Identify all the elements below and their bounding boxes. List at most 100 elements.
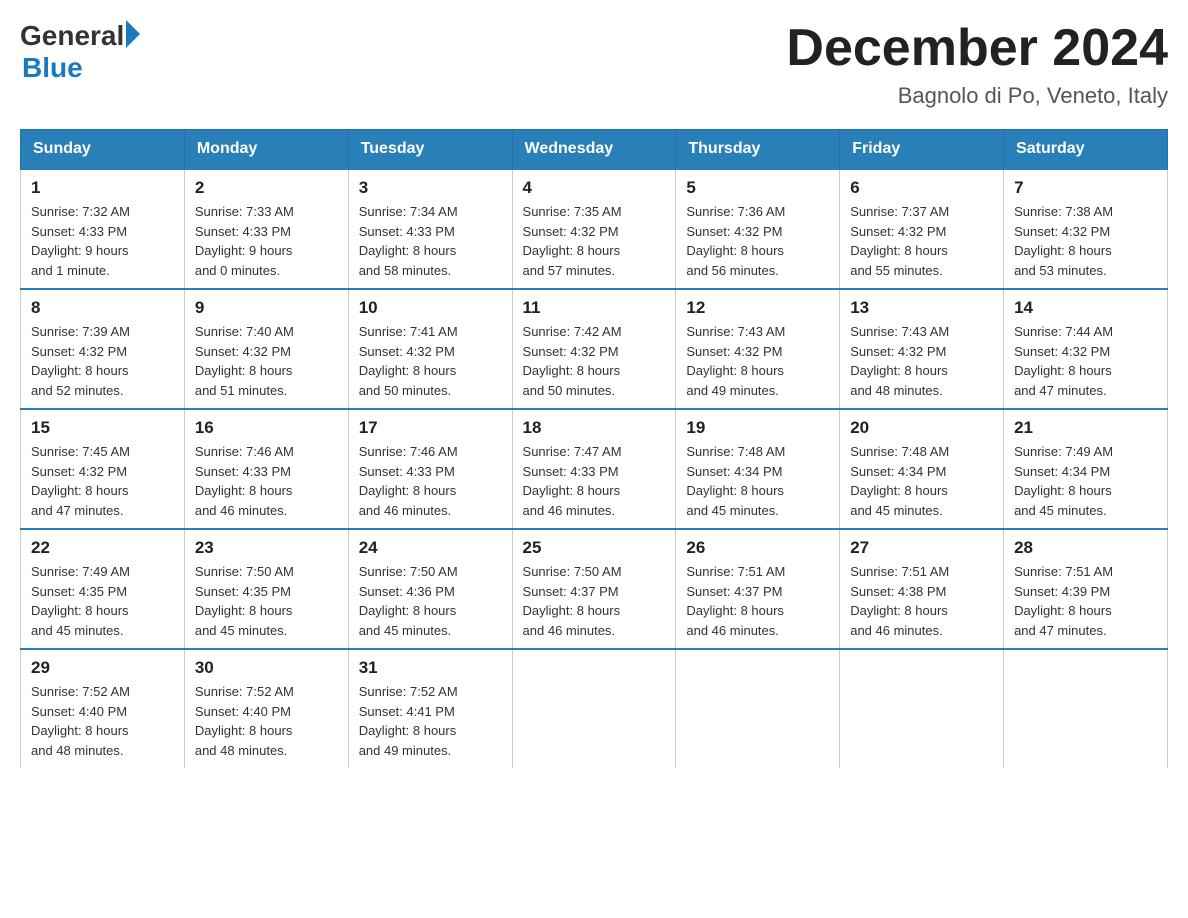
day-info: Sunrise: 7:42 AMSunset: 4:32 PMDaylight:… xyxy=(523,322,666,400)
table-row: 15 Sunrise: 7:45 AMSunset: 4:32 PMDayligh… xyxy=(21,409,185,529)
day-number: 1 xyxy=(31,178,174,198)
day-info: Sunrise: 7:35 AMSunset: 4:32 PMDaylight:… xyxy=(523,202,666,280)
table-row: 5Sunrise: 7:36 AMSunset: 4:32 PMDaylight… xyxy=(676,169,840,289)
table-row: 19 Sunrise: 7:48 AMSunset: 4:34 PMDayligh… xyxy=(676,409,840,529)
table-row: 4 Sunrise: 7:35 AMSunset: 4:32 PMDaylight… xyxy=(512,169,676,289)
table-row xyxy=(840,649,1004,768)
day-number: 17 xyxy=(359,418,502,438)
day-info: Sunrise: 7:37 AMSunset: 4:32 PMDaylight:… xyxy=(850,202,993,280)
table-row xyxy=(512,649,676,768)
table-row: 8Sunrise: 7:39 AMSunset: 4:32 PMDaylight… xyxy=(21,289,185,409)
day-info: Sunrise: 7:45 AMSunset: 4:32 PMDaylight:… xyxy=(31,442,174,520)
title-area: December 2024 Bagnolo di Po, Veneto, Ita… xyxy=(786,20,1168,109)
day-info: Sunrise: 7:33 AMSunset: 4:33 PMDaylight:… xyxy=(195,202,338,280)
day-number: 18 xyxy=(523,418,666,438)
table-row: 22 Sunrise: 7:49 AMSunset: 4:35 PMDayligh… xyxy=(21,529,185,649)
table-row: 13 Sunrise: 7:43 AMSunset: 4:32 PMDayligh… xyxy=(840,289,1004,409)
calendar-week-row: 15 Sunrise: 7:45 AMSunset: 4:32 PMDayligh… xyxy=(21,409,1168,529)
col-wednesday: Wednesday xyxy=(512,130,676,170)
day-info: Sunrise: 7:43 AMSunset: 4:32 PMDaylight:… xyxy=(850,322,993,400)
col-monday: Monday xyxy=(184,130,348,170)
table-row xyxy=(1004,649,1168,768)
day-number: 10 xyxy=(359,298,502,318)
day-info: Sunrise: 7:51 AMSunset: 4:37 PMDaylight:… xyxy=(686,562,829,640)
table-row: 11 Sunrise: 7:42 AMSunset: 4:32 PMDayligh… xyxy=(512,289,676,409)
table-row: 14Sunrise: 7:44 AMSunset: 4:32 PMDayligh… xyxy=(1004,289,1168,409)
day-number: 2 xyxy=(195,178,338,198)
calendar-week-row: 22 Sunrise: 7:49 AMSunset: 4:35 PMDayligh… xyxy=(21,529,1168,649)
day-info: Sunrise: 7:47 AMSunset: 4:33 PMDaylight:… xyxy=(523,442,666,520)
day-info: Sunrise: 7:41 AMSunset: 4:32 PMDaylight:… xyxy=(359,322,502,400)
day-info: Sunrise: 7:43 AMSunset: 4:32 PMDaylight:… xyxy=(686,322,829,400)
day-info: Sunrise: 7:52 AMSunset: 4:40 PMDaylight:… xyxy=(195,682,338,760)
month-title: December 2024 xyxy=(786,20,1168,77)
table-row: 25Sunrise: 7:50 AMSunset: 4:37 PMDayligh… xyxy=(512,529,676,649)
table-row: 20 Sunrise: 7:48 AMSunset: 4:34 PMDayligh… xyxy=(840,409,1004,529)
day-info: Sunrise: 7:50 AMSunset: 4:36 PMDaylight:… xyxy=(359,562,502,640)
table-row: 17 Sunrise: 7:46 AMSunset: 4:33 PMDayligh… xyxy=(348,409,512,529)
day-info: Sunrise: 7:32 AMSunset: 4:33 PMDaylight:… xyxy=(31,202,174,280)
page-header: General Blue December 2024 Bagnolo di Po… xyxy=(20,20,1168,109)
day-number: 13 xyxy=(850,298,993,318)
day-info: Sunrise: 7:50 AMSunset: 4:35 PMDaylight:… xyxy=(195,562,338,640)
calendar-week-row: 1 Sunrise: 7:32 AMSunset: 4:33 PMDaylight… xyxy=(21,169,1168,289)
day-number: 16 xyxy=(195,418,338,438)
day-number: 23 xyxy=(195,538,338,558)
day-info: Sunrise: 7:36 AMSunset: 4:32 PMDaylight:… xyxy=(686,202,829,280)
day-number: 3 xyxy=(359,178,502,198)
col-tuesday: Tuesday xyxy=(348,130,512,170)
table-row: 18 Sunrise: 7:47 AMSunset: 4:33 PMDayligh… xyxy=(512,409,676,529)
table-row: 31 Sunrise: 7:52 AMSunset: 4:41 PMDayligh… xyxy=(348,649,512,768)
day-info: Sunrise: 7:52 AMSunset: 4:41 PMDaylight:… xyxy=(359,682,502,760)
logo: General Blue xyxy=(20,20,140,84)
location-title: Bagnolo di Po, Veneto, Italy xyxy=(786,83,1168,109)
table-row: 28 Sunrise: 7:51 AMSunset: 4:39 PMDayligh… xyxy=(1004,529,1168,649)
table-row: 29 Sunrise: 7:52 AMSunset: 4:40 PMDayligh… xyxy=(21,649,185,768)
day-number: 29 xyxy=(31,658,174,678)
day-info: Sunrise: 7:50 AMSunset: 4:37 PMDaylight:… xyxy=(523,562,666,640)
day-info: Sunrise: 7:34 AMSunset: 4:33 PMDaylight:… xyxy=(359,202,502,280)
table-row: 2 Sunrise: 7:33 AMSunset: 4:33 PMDaylight… xyxy=(184,169,348,289)
day-info: Sunrise: 7:46 AMSunset: 4:33 PMDaylight:… xyxy=(195,442,338,520)
day-number: 19 xyxy=(686,418,829,438)
day-number: 30 xyxy=(195,658,338,678)
calendar-week-row: 29 Sunrise: 7:52 AMSunset: 4:40 PMDayligh… xyxy=(21,649,1168,768)
day-number: 8 xyxy=(31,298,174,318)
day-info: Sunrise: 7:49 AMSunset: 4:35 PMDaylight:… xyxy=(31,562,174,640)
day-number: 11 xyxy=(523,298,666,318)
table-row: 26Sunrise: 7:51 AMSunset: 4:37 PMDayligh… xyxy=(676,529,840,649)
logo-general: General xyxy=(20,20,124,52)
day-info: Sunrise: 7:51 AMSunset: 4:39 PMDaylight:… xyxy=(1014,562,1157,640)
calendar-header-row: Sunday Monday Tuesday Wednesday Thursday… xyxy=(21,130,1168,170)
calendar-week-row: 8Sunrise: 7:39 AMSunset: 4:32 PMDaylight… xyxy=(21,289,1168,409)
day-info: Sunrise: 7:46 AMSunset: 4:33 PMDaylight:… xyxy=(359,442,502,520)
day-number: 9 xyxy=(195,298,338,318)
day-number: 31 xyxy=(359,658,502,678)
table-row: 16 Sunrise: 7:46 AMSunset: 4:33 PMDayligh… xyxy=(184,409,348,529)
day-number: 4 xyxy=(523,178,666,198)
day-info: Sunrise: 7:52 AMSunset: 4:40 PMDaylight:… xyxy=(31,682,174,760)
day-number: 14 xyxy=(1014,298,1157,318)
table-row: 1 Sunrise: 7:32 AMSunset: 4:33 PMDaylight… xyxy=(21,169,185,289)
col-saturday: Saturday xyxy=(1004,130,1168,170)
day-info: Sunrise: 7:49 AMSunset: 4:34 PMDaylight:… xyxy=(1014,442,1157,520)
day-number: 6 xyxy=(850,178,993,198)
table-row: 10 Sunrise: 7:41 AMSunset: 4:32 PMDayligh… xyxy=(348,289,512,409)
table-row: 21 Sunrise: 7:49 AMSunset: 4:34 PMDayligh… xyxy=(1004,409,1168,529)
col-sunday: Sunday xyxy=(21,130,185,170)
day-number: 22 xyxy=(31,538,174,558)
col-friday: Friday xyxy=(840,130,1004,170)
day-number: 15 xyxy=(31,418,174,438)
table-row: 30 Sunrise: 7:52 AMSunset: 4:40 PMDayligh… xyxy=(184,649,348,768)
day-info: Sunrise: 7:48 AMSunset: 4:34 PMDaylight:… xyxy=(686,442,829,520)
day-number: 20 xyxy=(850,418,993,438)
day-number: 24 xyxy=(359,538,502,558)
table-row: 6 Sunrise: 7:37 AMSunset: 4:32 PMDaylight… xyxy=(840,169,1004,289)
day-info: Sunrise: 7:48 AMSunset: 4:34 PMDaylight:… xyxy=(850,442,993,520)
table-row: 23 Sunrise: 7:50 AMSunset: 4:35 PMDayligh… xyxy=(184,529,348,649)
table-row: 24 Sunrise: 7:50 AMSunset: 4:36 PMDayligh… xyxy=(348,529,512,649)
day-number: 28 xyxy=(1014,538,1157,558)
table-row: 12Sunrise: 7:43 AMSunset: 4:32 PMDayligh… xyxy=(676,289,840,409)
day-number: 21 xyxy=(1014,418,1157,438)
logo-blue: Blue xyxy=(22,52,83,84)
